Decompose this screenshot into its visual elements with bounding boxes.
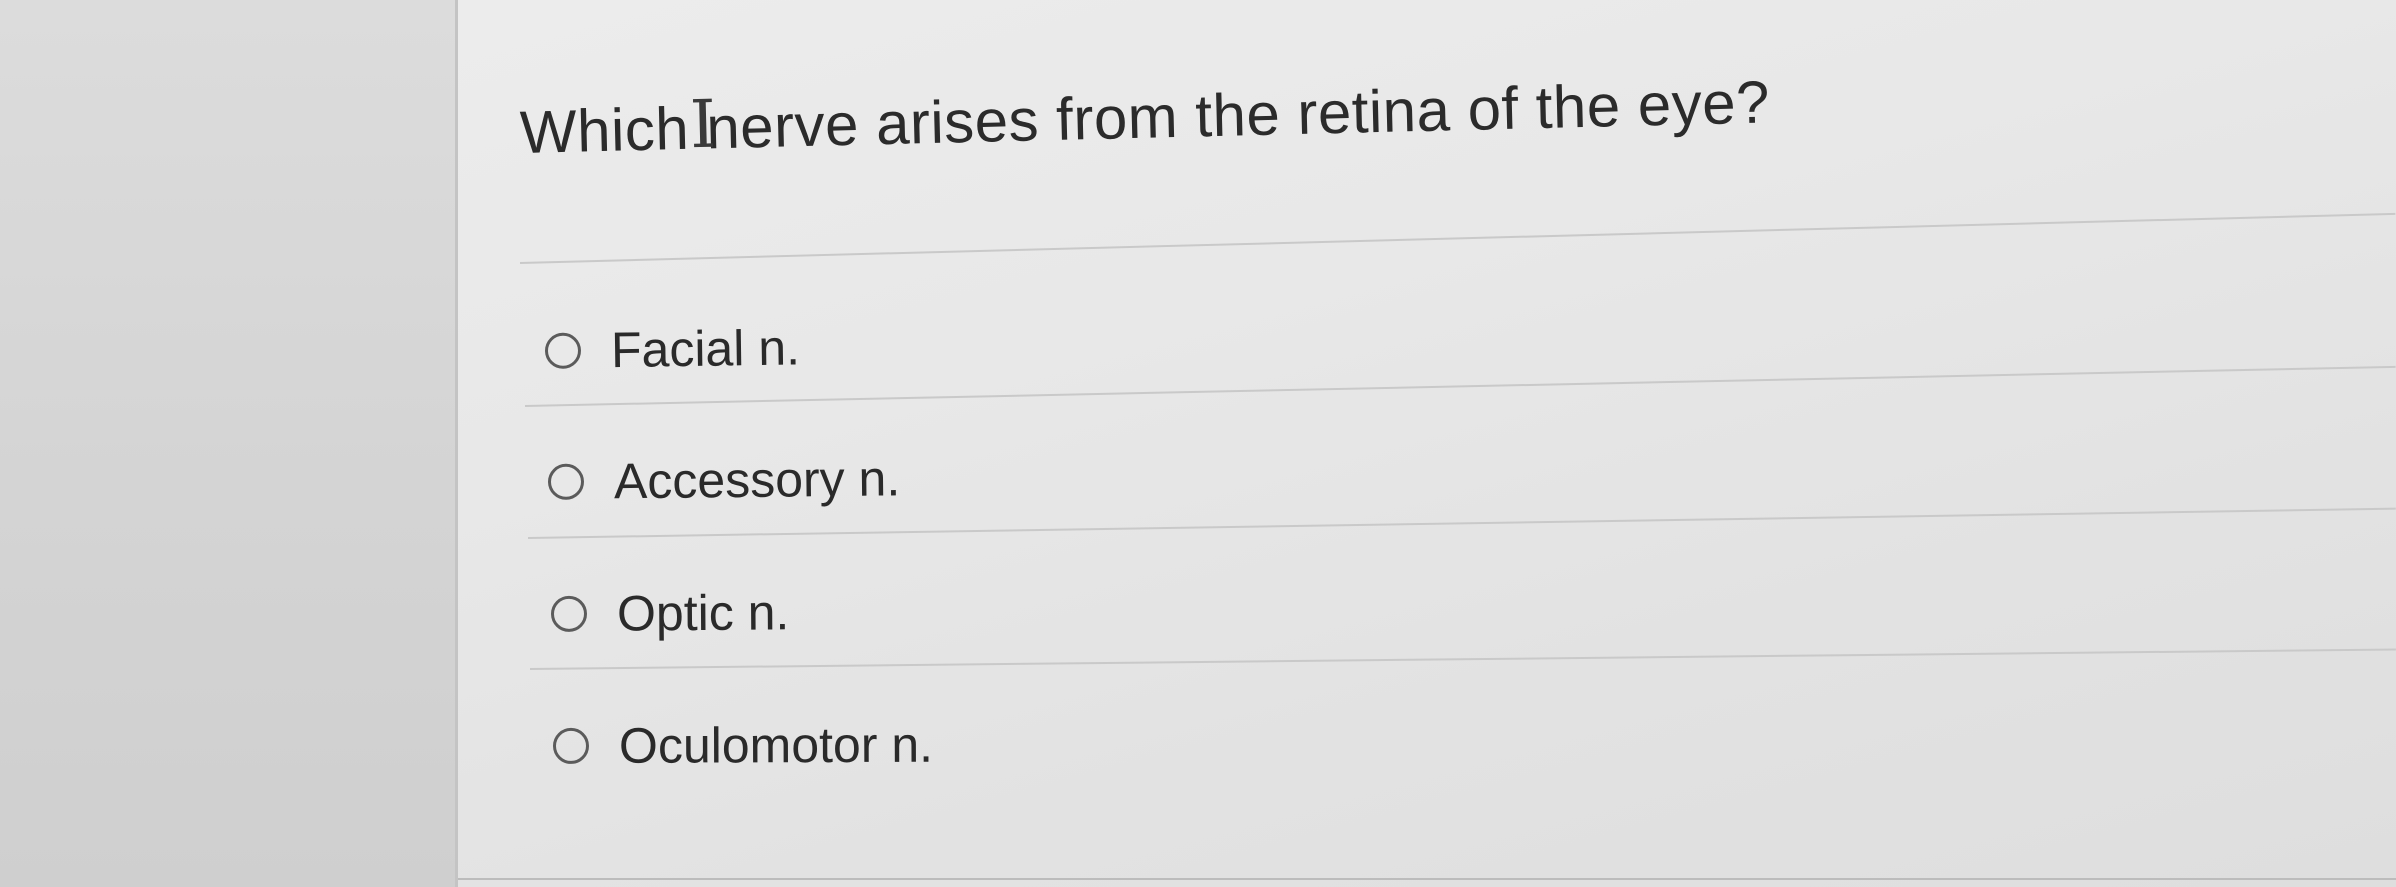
answer-option-accessory[interactable]: Accessory n. <box>547 449 901 511</box>
panel-bottom-border <box>458 878 2396 880</box>
answer-option-oculomotor[interactable]: Oculomotor n. <box>552 716 934 775</box>
radio-button-icon[interactable] <box>547 463 585 500</box>
answer-option-label: Facial n. <box>610 319 801 379</box>
answer-option-facial[interactable]: Facial n. <box>544 318 801 380</box>
answer-option-label: Oculomotor n. <box>618 716 934 774</box>
answer-option-label: Optic n. <box>616 584 790 642</box>
answer-option-label: Accessory n. <box>613 450 901 510</box>
page-margin <box>0 0 455 887</box>
answer-option-optic[interactable]: Optic n. <box>550 583 790 643</box>
text-cursor-icon: I <box>689 85 718 164</box>
radio-button-icon[interactable] <box>552 727 590 764</box>
radio-button-icon[interactable] <box>544 332 582 369</box>
radio-button-icon[interactable] <box>550 595 588 632</box>
